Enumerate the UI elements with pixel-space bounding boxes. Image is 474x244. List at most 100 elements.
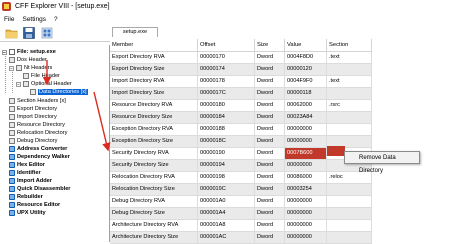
cell-member[interactable]: Export Directory Size: [110, 64, 198, 75]
cell-value[interactable]: 00000118: [285, 88, 327, 99]
cell-value[interactable]: 00000000: [285, 136, 327, 147]
cell-section[interactable]: .rsrc: [327, 100, 372, 111]
cell-size[interactable]: Dword: [255, 184, 285, 195]
table-row[interactable]: Export Directory Size 00000174 Dword 000001…: [110, 64, 372, 76]
cell-size[interactable]: Dword: [255, 100, 285, 111]
table-row[interactable]: Relocation Directory Size 0000019C Dword 00…: [110, 184, 372, 196]
tree-item-relocation-directory[interactable]: Relocation Directory: [9, 129, 67, 137]
tree-item-dos-header[interactable]: Dos Header: [9, 56, 47, 64]
cell-member[interactable]: Architecture Directory RVA: [110, 220, 198, 231]
cell-size[interactable]: Dword: [255, 64, 285, 75]
table-row[interactable]: Debug Directory RVA 000001A0 Dword 00000000: [110, 196, 372, 208]
cell-size[interactable]: Dword: [255, 196, 285, 207]
cell-section[interactable]: [327, 184, 372, 195]
cell-member[interactable]: Relocation Directory RVA: [110, 172, 198, 183]
tree-item-upx-utility[interactable]: UPX Utility: [9, 209, 46, 217]
table-row[interactable]: Exception Directory RVA 00000188 Dword 0000…: [110, 124, 372, 136]
cell-member[interactable]: Exception Directory Size: [110, 136, 198, 147]
tree-item-nt-headers[interactable]: − Nt Headers: [9, 64, 52, 72]
tree-item-file-header[interactable]: File Header: [23, 72, 60, 80]
cell-section[interactable]: [327, 112, 372, 123]
cell-section[interactable]: [327, 64, 372, 75]
cell-value[interactable]: 00000000: [285, 160, 327, 171]
cell-section[interactable]: .text: [327, 76, 372, 87]
cell-size[interactable]: Dword: [255, 52, 285, 63]
cell-value[interactable]: 00000000: [285, 208, 327, 219]
cell-value[interactable]: 00000000: [285, 196, 327, 207]
cell-offset[interactable]: 000001AC: [198, 232, 255, 243]
cell-size[interactable]: Dword: [255, 208, 285, 219]
table-row[interactable]: Architecture Directory Size 000001AC Dword…: [110, 232, 372, 244]
table-row[interactable]: Security Directory Size 00000194 Dword 0000…: [110, 160, 372, 172]
cell-offset[interactable]: 000001A8: [198, 220, 255, 231]
column-header-value[interactable]: Value: [285, 39, 327, 51]
cell-offset[interactable]: 00000188: [198, 124, 255, 135]
table-row[interactable]: Export Directory RVA 00000170 Dword 0004F8D…: [110, 52, 372, 64]
cell-value[interactable]: 0007B600: [285, 148, 327, 159]
cell-offset[interactable]: 0000018C: [198, 136, 255, 147]
menu-help[interactable]: ?: [54, 16, 58, 23]
column-header-offset[interactable]: Offset: [198, 39, 255, 51]
table-row[interactable]: Architecture Directory RVA 000001A8 Dword 0…: [110, 220, 372, 232]
cell-member[interactable]: Relocation Directory Size: [110, 184, 198, 195]
save-button[interactable]: [22, 26, 36, 40]
cell-size[interactable]: Dword: [255, 124, 285, 135]
cell-size[interactable]: Dword: [255, 112, 285, 123]
cell-offset[interactable]: 00000170: [198, 52, 255, 63]
menu-file[interactable]: File: [4, 16, 14, 23]
windows-button[interactable]: [40, 26, 54, 40]
tree-item-resource-editor[interactable]: Resource Editor: [9, 201, 60, 209]
cell-size[interactable]: Dword: [255, 220, 285, 231]
cell-value[interactable]: 0004F8D0: [285, 52, 327, 63]
open-folder-button[interactable]: [4, 26, 18, 40]
column-header-size[interactable]: Size: [255, 39, 285, 51]
cell-value[interactable]: 00000000: [285, 232, 327, 243]
cell-member[interactable]: Security Directory Size: [110, 160, 198, 171]
tree-item-import-adder[interactable]: Import Adder: [9, 177, 52, 185]
cell-offset[interactable]: 000001A4: [198, 208, 255, 219]
cell-section[interactable]: [327, 208, 372, 219]
tree-item-hex-editor[interactable]: Hex Editor: [9, 161, 45, 169]
cell-offset[interactable]: 00000178: [198, 76, 255, 87]
cell-size[interactable]: Dword: [255, 136, 285, 147]
tree-item-export-directory[interactable]: Export Directory: [9, 105, 57, 113]
cell-size[interactable]: Dword: [255, 160, 285, 171]
table-row[interactable]: Resource Directory Size 00000184 Dword 0002…: [110, 112, 372, 124]
cell-size[interactable]: Dword: [255, 88, 285, 99]
cell-offset[interactable]: 0000017C: [198, 88, 255, 99]
menu-settings[interactable]: Settings: [22, 16, 46, 23]
cell-offset[interactable]: 00000180: [198, 100, 255, 111]
cell-member[interactable]: Resource Directory Size: [110, 112, 198, 123]
cell-value[interactable]: 00000120: [285, 64, 327, 75]
cell-value[interactable]: 00000000: [285, 220, 327, 231]
tree-item-file[interactable]: − File: setup.exe: [2, 48, 56, 56]
cell-member[interactable]: Import Directory Size: [110, 88, 198, 99]
cell-size[interactable]: Dword: [255, 172, 285, 183]
tree-item-resource-directory[interactable]: Resource Directory: [9, 121, 65, 129]
cell-member[interactable]: Debug Directory RVA: [110, 196, 198, 207]
table-row[interactable]: Import Directory RVA 00000178 Dword 0004F9F…: [110, 76, 372, 88]
cell-member[interactable]: Architecture Directory Size: [110, 232, 198, 243]
tree-item-quick-disassembler[interactable]: Quick Disassembler: [9, 185, 70, 193]
cell-offset[interactable]: 00000184: [198, 112, 255, 123]
cell-size[interactable]: Dword: [255, 232, 285, 243]
cell-section[interactable]: [327, 232, 372, 243]
table-row[interactable]: Relocation Directory RVA 00000198 Dword 000…: [110, 172, 372, 184]
cell-value[interactable]: 00003254: [285, 184, 327, 195]
tree-item-debug-directory[interactable]: Debug Directory: [9, 137, 57, 145]
tree-item-import-directory[interactable]: Import Directory: [9, 113, 57, 121]
cell-member[interactable]: Security Directory RVA: [110, 148, 198, 159]
column-header-section[interactable]: Section: [327, 39, 372, 51]
tree-item-rebuilder[interactable]: Rebuilder: [9, 193, 43, 201]
collapse-icon[interactable]: −: [2, 49, 7, 55]
cell-offset[interactable]: 0000019C: [198, 184, 255, 195]
cell-member[interactable]: Debug Directory Size: [110, 208, 198, 219]
cell-value[interactable]: 0004F9F0: [285, 76, 327, 87]
tree-item-data-directories[interactable]: Data Directories [x]: [30, 88, 88, 96]
cell-value[interactable]: 00062000: [285, 100, 327, 111]
tree-item-section-headers[interactable]: Section Headers [x]: [9, 97, 66, 105]
tree-item-identifier[interactable]: Identifier: [9, 169, 41, 177]
tree-item-address-converter[interactable]: Address Converter: [9, 145, 67, 153]
cell-section[interactable]: [327, 220, 372, 231]
cell-section[interactable]: .text: [327, 52, 372, 63]
